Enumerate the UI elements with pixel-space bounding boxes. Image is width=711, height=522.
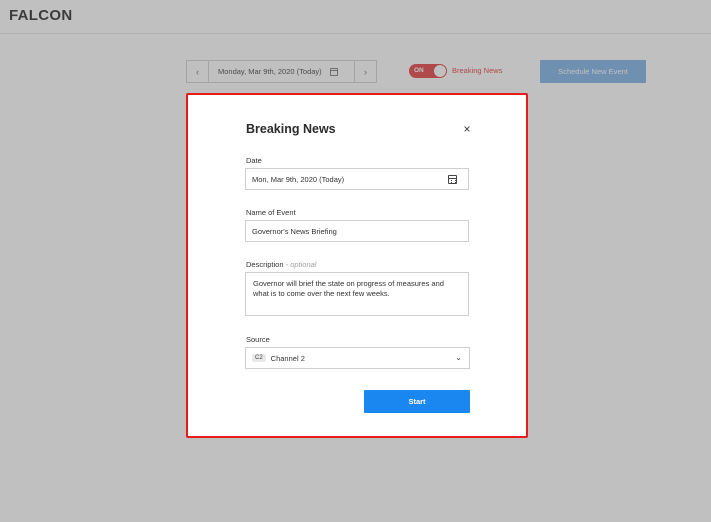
event-name-value: Governor's News Briefing [252, 226, 337, 236]
modal-title: Breaking News [246, 122, 336, 136]
source-label: Source [246, 335, 270, 344]
description-label: Description - optional [246, 260, 316, 269]
date-value: Mon, Mar 9th, 2020 (Today) [252, 174, 345, 184]
chevron-down-icon[interactable]: ⌄ [455, 353, 462, 362]
event-name-field[interactable]: Governor's News Briefing [245, 220, 469, 242]
close-icon[interactable]: × [460, 122, 474, 136]
breaking-news-modal: Breaking News × Date Mon, Mar 9th, 2020 … [186, 93, 528, 438]
source-value: Channel 2 [270, 353, 305, 363]
event-name-label: Name of Event [246, 208, 296, 217]
calendar-icon[interactable] [448, 175, 457, 184]
description-textarea[interactable]: Governor will brief the state on progres… [245, 272, 469, 316]
description-value: Governor will brief the state on progres… [253, 279, 444, 298]
date-field[interactable]: Mon, Mar 9th, 2020 (Today) [245, 168, 469, 190]
source-select[interactable]: C2 Channel 2 ⌄ [245, 347, 470, 369]
start-button[interactable]: Start [364, 390, 470, 413]
description-label-text: Description [246, 260, 284, 269]
date-label: Date [246, 156, 262, 165]
source-badge: C2 [252, 354, 266, 362]
optional-note: - optional [285, 260, 317, 269]
